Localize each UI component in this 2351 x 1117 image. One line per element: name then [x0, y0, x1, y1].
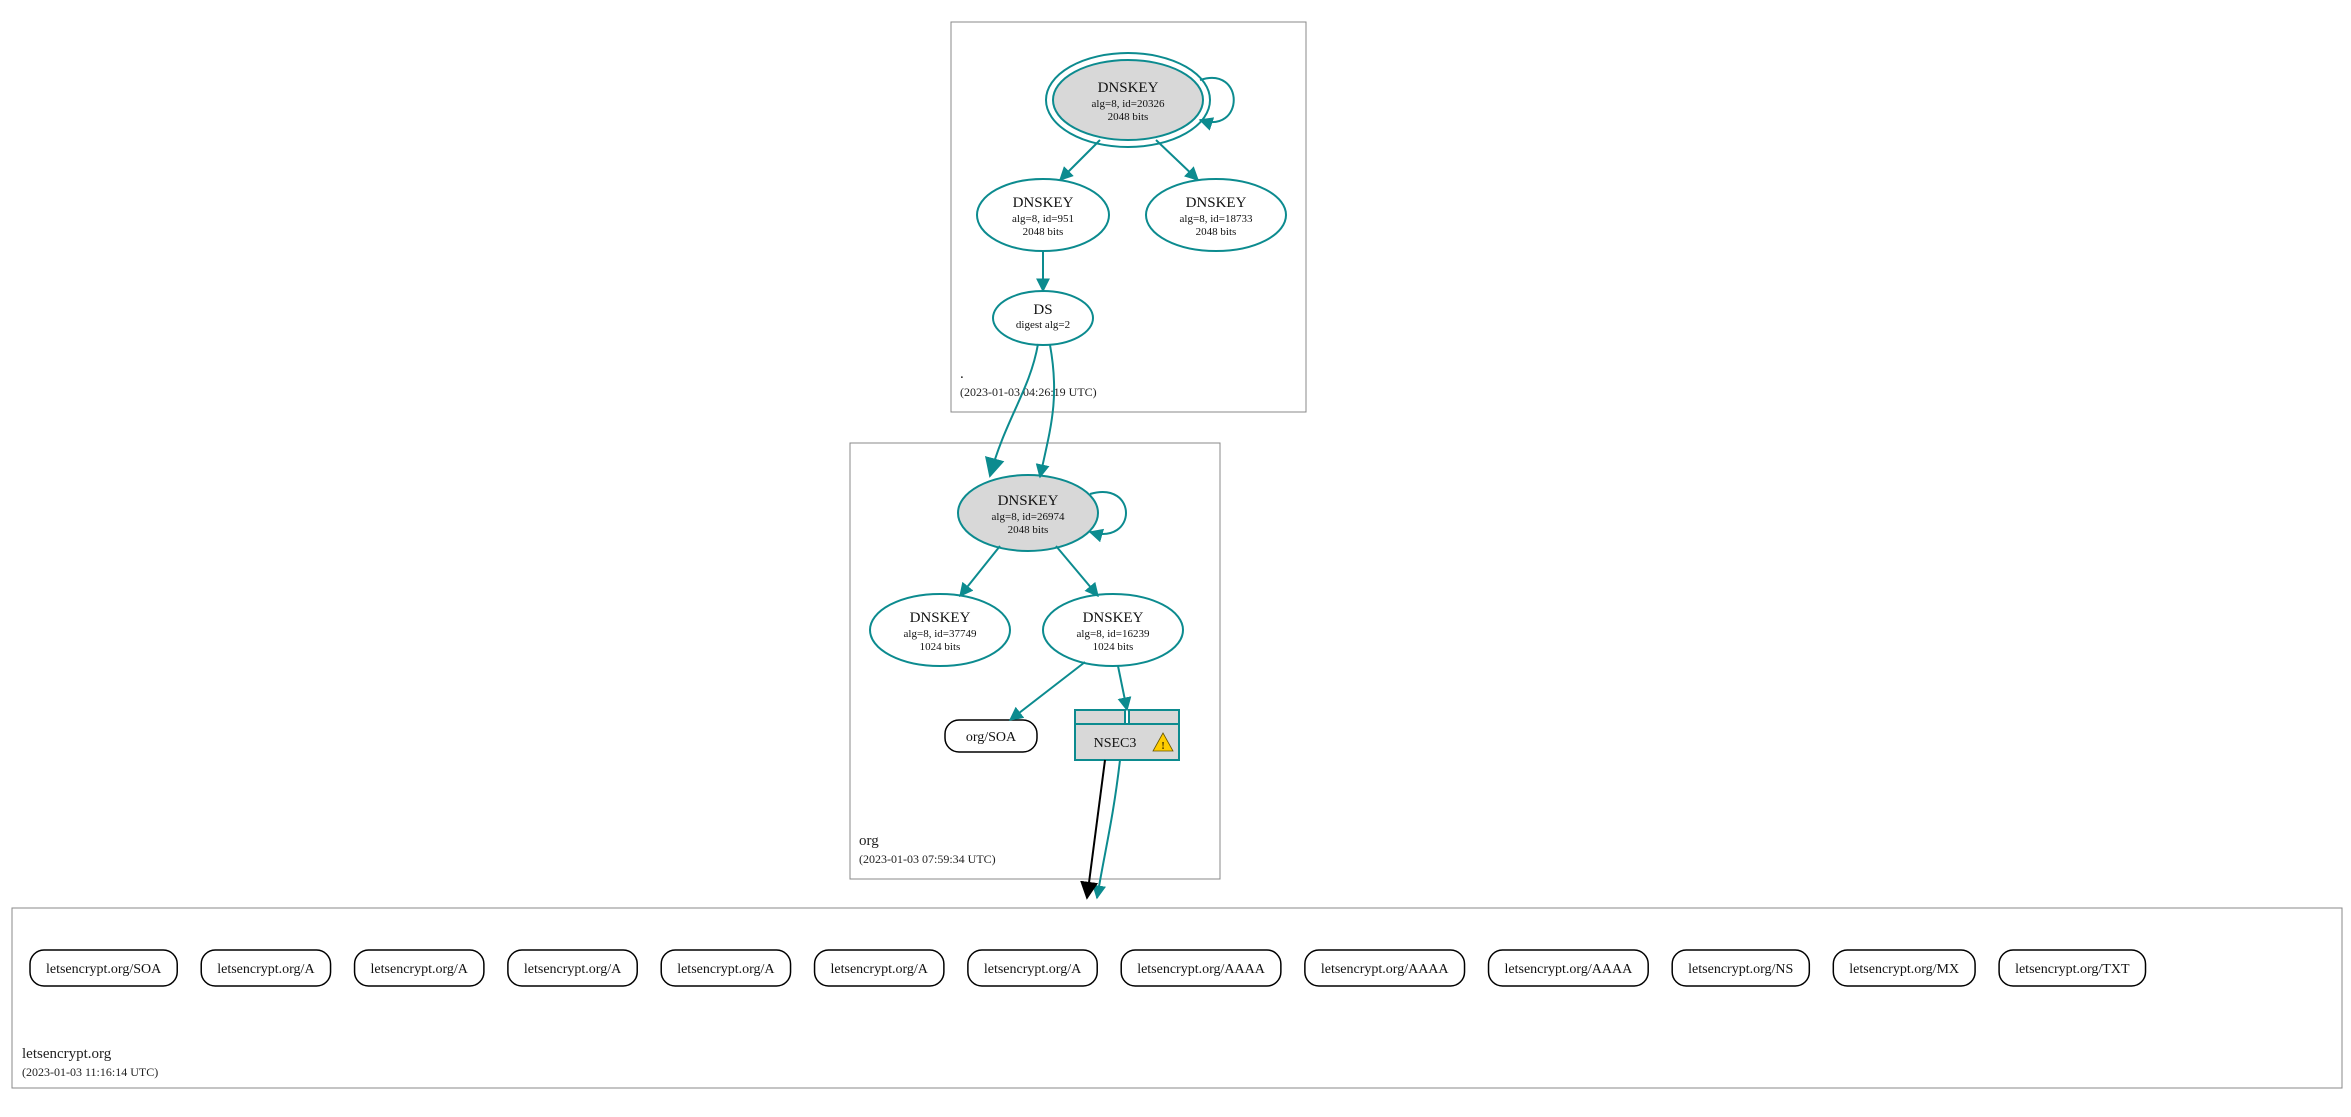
node-org-soa[interactable]: org/SOA — [945, 720, 1037, 752]
zone-root-timestamp: (2023-01-03 04:26:19 UTC) — [960, 385, 1097, 399]
svg-text:2048 bits: 2048 bits — [1108, 111, 1149, 123]
svg-text:alg=8, id=20326: alg=8, id=20326 — [1092, 98, 1165, 110]
record-leaf[interactable]: letsencrypt.org/AAAA — [1489, 950, 1649, 986]
zone-org-label: org — [859, 833, 879, 849]
edge-ds-to-org-ksk — [990, 344, 1038, 476]
record-leaf[interactable]: letsencrypt.org/SOA — [30, 950, 177, 986]
svg-text:DNSKEY: DNSKEY — [1186, 195, 1247, 211]
record-leaf-label: letsencrypt.org/A — [371, 962, 469, 977]
svg-text:1024 bits: 1024 bits — [920, 641, 961, 653]
svg-text:DNSKEY: DNSKEY — [910, 610, 971, 626]
record-leaf-label: letsencrypt.org/A — [524, 962, 622, 977]
record-leaf[interactable]: letsencrypt.org/A — [201, 950, 330, 986]
record-leaf-label: letsencrypt.org/AAAA — [1505, 962, 1634, 977]
record-leaf-label: letsencrypt.org/A — [984, 962, 1082, 977]
edge-nsec3-to-target-black — [1087, 760, 1105, 898]
record-leaf[interactable]: letsencrypt.org/AAAA — [1305, 950, 1465, 986]
zone-org: org (2023-01-03 07:59:34 UTC) DNSKEY alg… — [850, 443, 1220, 879]
record-leaf[interactable]: letsencrypt.org/AAAA — [1121, 950, 1281, 986]
node-org-zsk2[interactable]: DNSKEY alg=8, id=16239 1024 bits — [1043, 594, 1183, 666]
dnssec-graph: . (2023-01-03 04:26:19 UTC) DNSKEY alg=8… — [0, 0, 2351, 1117]
svg-text:1024 bits: 1024 bits — [1093, 641, 1134, 653]
node-root-ds[interactable]: DS digest alg=2 — [993, 291, 1093, 345]
zone-root-label: . — [960, 366, 964, 382]
node-org-ksk[interactable]: DNSKEY alg=8, id=26974 2048 bits — [958, 475, 1098, 551]
zone-root: . (2023-01-03 04:26:19 UTC) DNSKEY alg=8… — [951, 22, 1306, 412]
record-leaf[interactable]: letsencrypt.org/TXT — [1999, 950, 2145, 986]
record-leaf-label: letsencrypt.org/SOA — [46, 962, 162, 977]
record-leaf-label: letsencrypt.org/A — [677, 962, 775, 977]
record-leaf-label: letsencrypt.org/A — [831, 962, 929, 977]
record-leaf[interactable]: letsencrypt.org/A — [968, 950, 1097, 986]
edge-org-ksk-zsk2 — [1056, 546, 1098, 596]
edge-org-zsk2-soa — [1010, 662, 1085, 720]
record-leaf-label: letsencrypt.org/AAAA — [1137, 962, 1266, 977]
zone-target: letsencrypt.org (2023-01-03 11:16:14 UTC… — [12, 908, 2342, 1088]
edge-root-ksk-zsk1 — [1060, 140, 1100, 180]
zone-target-label: letsencrypt.org — [22, 1046, 112, 1062]
svg-text:digest alg=2: digest alg=2 — [1016, 319, 1070, 331]
edge-org-ksk-zsk1 — [960, 546, 1000, 596]
edge-nsec3-to-target-teal — [1097, 760, 1120, 898]
node-root-zsk1[interactable]: DNSKEY alg=8, id=951 2048 bits — [977, 179, 1109, 251]
record-leaf-label: letsencrypt.org/A — [217, 962, 315, 977]
svg-text:DNSKEY: DNSKEY — [1098, 80, 1159, 96]
record-leaf-label: letsencrypt.org/AAAA — [1321, 962, 1450, 977]
svg-text:alg=8, id=951: alg=8, id=951 — [1012, 213, 1074, 225]
svg-text:!: ! — [1161, 741, 1164, 752]
svg-text:org/SOA: org/SOA — [966, 730, 1017, 745]
record-leaf[interactable]: letsencrypt.org/A — [508, 950, 637, 986]
edge-org-zsk2-nsec3 — [1118, 666, 1127, 710]
svg-text:DS: DS — [1033, 302, 1052, 318]
svg-text:DNSKEY: DNSKEY — [1013, 195, 1074, 211]
svg-text:alg=8, id=18733: alg=8, id=18733 — [1180, 213, 1253, 225]
svg-text:DNSKEY: DNSKEY — [998, 493, 1059, 509]
record-leaf[interactable]: letsencrypt.org/A — [815, 950, 944, 986]
edge-root-into-org — [1040, 345, 1054, 477]
node-org-zsk1[interactable]: DNSKEY alg=8, id=37749 1024 bits — [870, 594, 1010, 666]
zone-org-timestamp: (2023-01-03 07:59:34 UTC) — [859, 852, 996, 866]
svg-text:alg=8, id=37749: alg=8, id=37749 — [904, 628, 977, 640]
record-leaf-label: letsencrypt.org/NS — [1688, 962, 1793, 977]
record-leaf[interactable]: letsencrypt.org/A — [661, 950, 790, 986]
svg-text:alg=8, id=26974: alg=8, id=26974 — [992, 511, 1065, 523]
svg-text:alg=8, id=16239: alg=8, id=16239 — [1077, 628, 1150, 640]
record-leaf[interactable]: letsencrypt.org/A — [355, 950, 484, 986]
svg-text:DNSKEY: DNSKEY — [1083, 610, 1144, 626]
record-leaf[interactable]: letsencrypt.org/MX — [1833, 950, 1975, 986]
svg-text:2048 bits: 2048 bits — [1008, 524, 1049, 536]
node-org-nsec3[interactable]: NSEC3 ! — [1075, 710, 1179, 760]
zone-target-timestamp: (2023-01-03 11:16:14 UTC) — [22, 1065, 158, 1079]
svg-text:NSEC3: NSEC3 — [1094, 736, 1137, 751]
node-root-zsk2[interactable]: DNSKEY alg=8, id=18733 2048 bits — [1146, 179, 1286, 251]
record-leaf-label: letsencrypt.org/TXT — [2015, 962, 2130, 977]
svg-text:2048 bits: 2048 bits — [1196, 226, 1237, 238]
edge-root-ksk-zsk2 — [1156, 140, 1198, 180]
record-leaf-label: letsencrypt.org/MX — [1849, 962, 1959, 977]
svg-text:2048 bits: 2048 bits — [1023, 226, 1064, 238]
record-leaf[interactable]: letsencrypt.org/NS — [1672, 950, 1809, 986]
node-root-ksk[interactable]: DNSKEY alg=8, id=20326 2048 bits — [1046, 53, 1210, 147]
